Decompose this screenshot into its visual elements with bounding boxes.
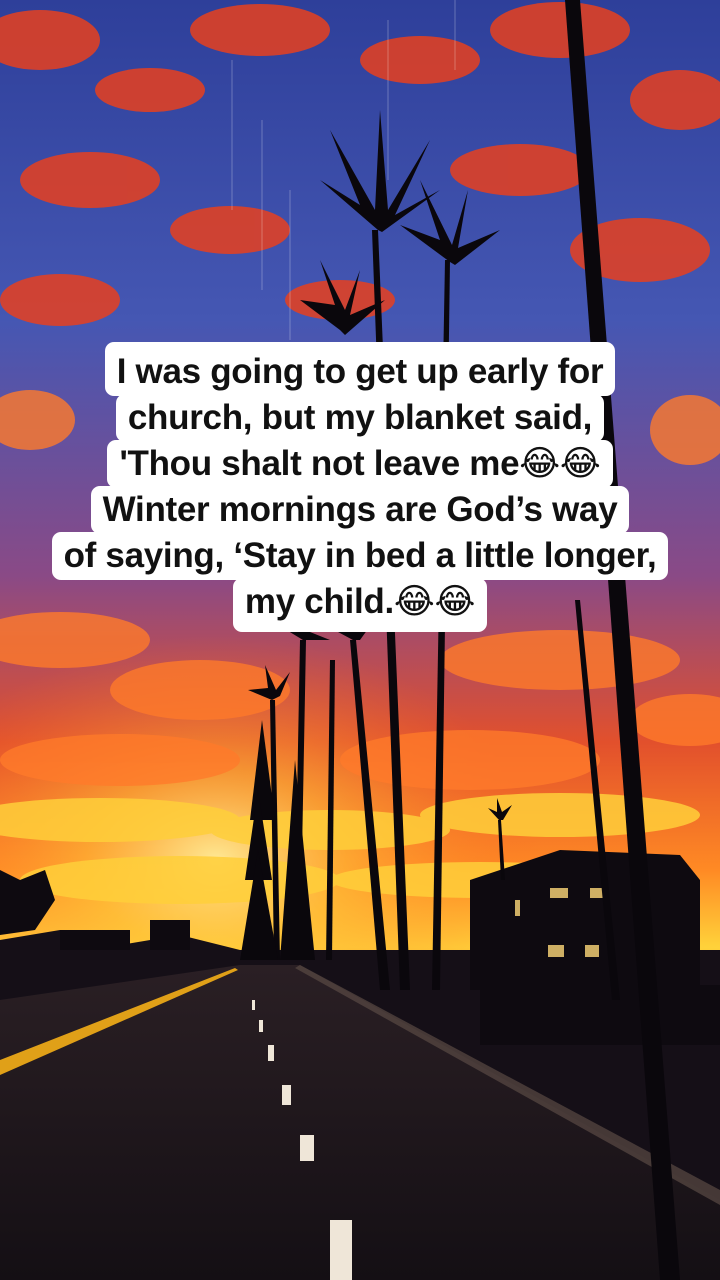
caption-line-6: my child.😂😂 [232, 578, 488, 632]
video-frame: I was going to get up early for church, … [0, 0, 720, 1280]
caption-line-4: Winter mornings are God’s way [90, 486, 630, 534]
caption-line-3: 'Thou shalt not leave me😂😂 [107, 440, 613, 488]
caption-line-5: of saying, ‘Stay in bed a little longer, [51, 532, 669, 580]
sunset-road-background [0, 0, 720, 1280]
caption-line-2: church, but my blanket said, [115, 394, 605, 442]
caption-line-1: I was going to get up early for [104, 342, 616, 396]
overlay-caption: I was going to get up early for church, … [0, 342, 720, 632]
